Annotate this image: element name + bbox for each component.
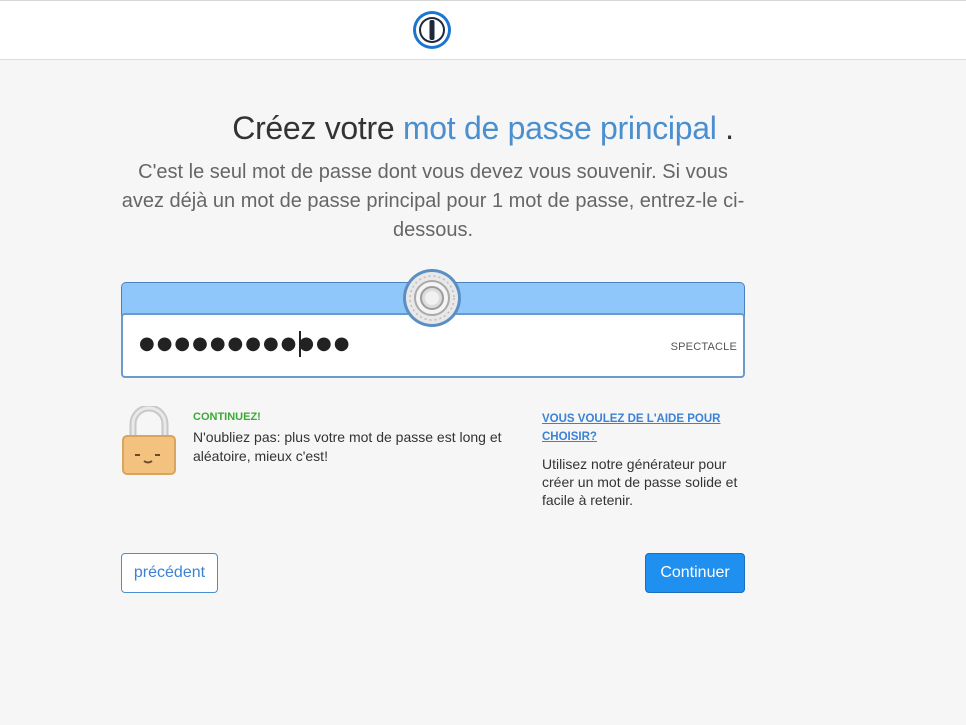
top-bar — [0, 0, 966, 60]
page-subtitle: C'est le seul mot de passe dont vous dev… — [121, 161, 745, 241]
password-help-link[interactable]: VOUS VOULEZ DE L'AIDE POUR CHOISIR? — [542, 410, 742, 446]
padlock-icon — [122, 406, 176, 475]
show-password-button[interactable]: SPECTACLE — [671, 341, 737, 353]
keyhole-logo-icon — [413, 11, 451, 49]
text-caret — [299, 331, 301, 357]
vault-dial-icon — [403, 269, 461, 327]
help-text: Utilisez notre générateur pour créer un … — [542, 456, 738, 508]
password-masked-value: ●●●●●●●●●●●● — [139, 333, 352, 354]
title-accent: mot de passe principal — [402, 110, 717, 146]
title-part2: . — [725, 110, 734, 146]
title-part1: Créez votre — [232, 110, 395, 146]
previous-button[interactable]: précédent — [121, 553, 218, 593]
tip-text: N'oubliez pas: plus votre mot de passe e… — [193, 429, 502, 464]
tip-heading: CONTINUEZ! — [193, 411, 261, 423]
page-title: Créez votre mot de passe principal . — [50, 110, 916, 147]
continue-button[interactable]: Continuer — [645, 553, 745, 593]
